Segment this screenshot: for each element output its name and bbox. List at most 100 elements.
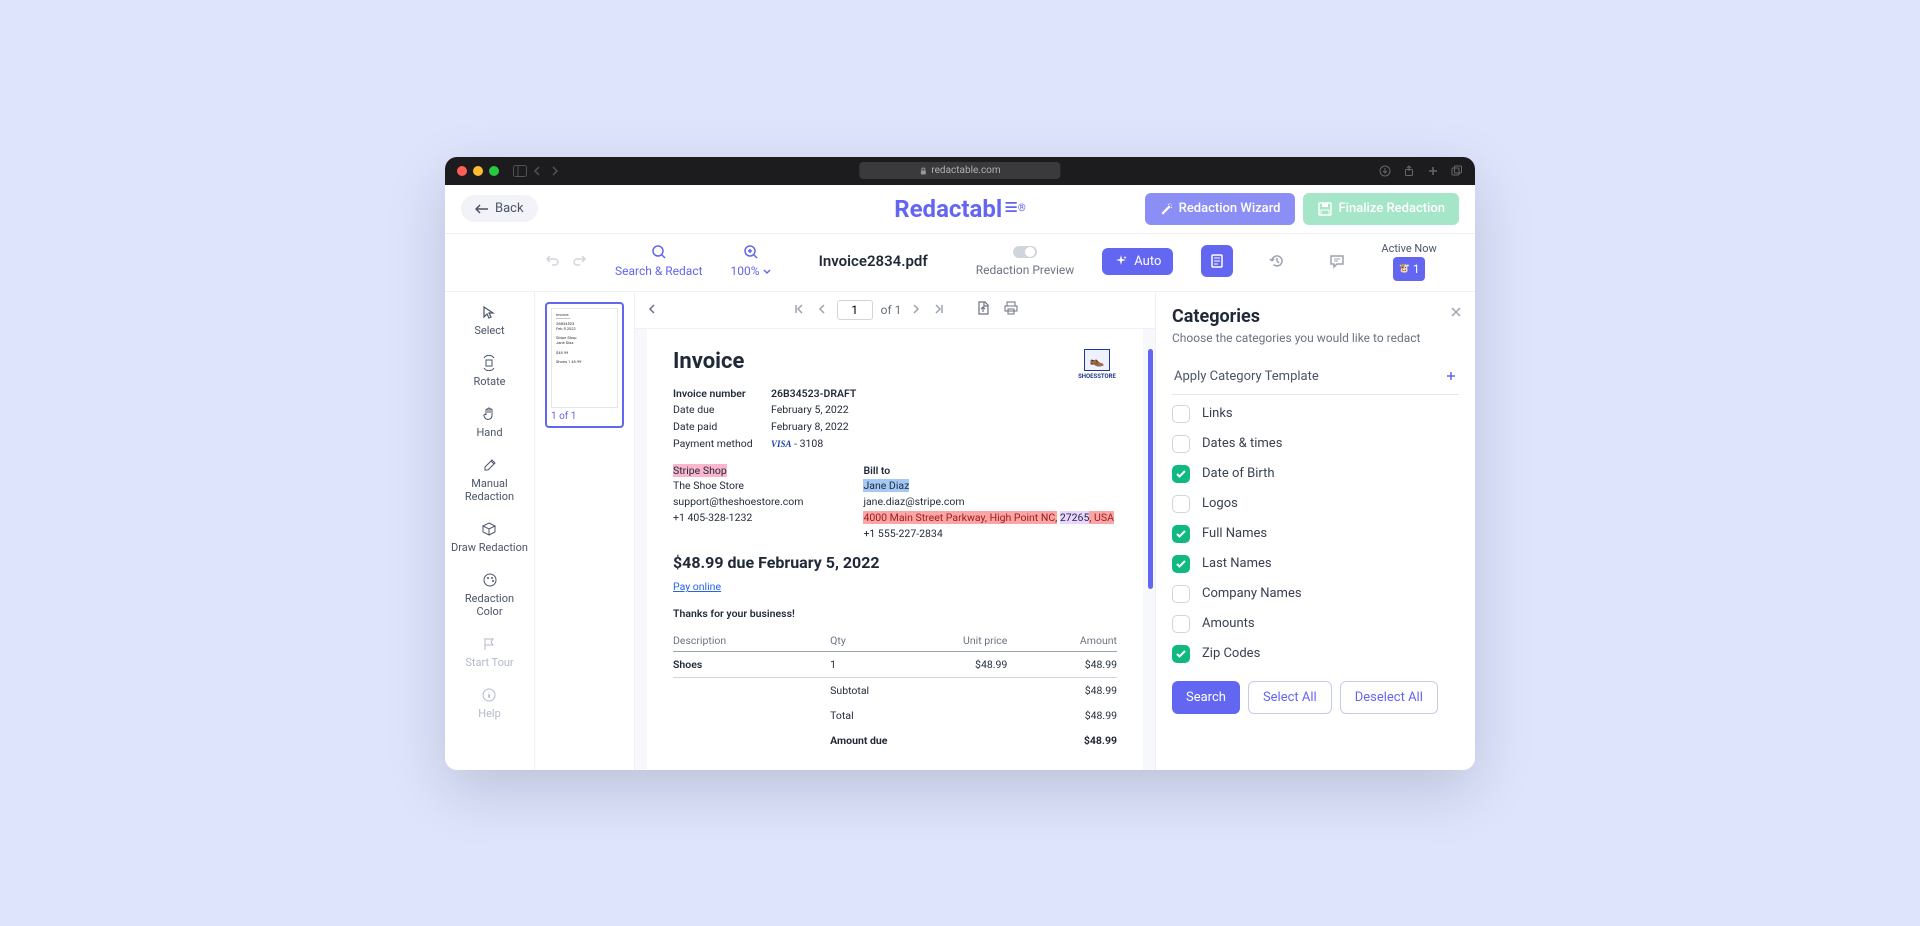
sidebar-help[interactable]: Help (472, 687, 507, 720)
export-icon[interactable] (973, 298, 993, 322)
zoom-label: 100% (731, 264, 771, 278)
table-row: Shoes1$48.99$48.99 (673, 652, 1117, 678)
cube-icon (481, 521, 497, 537)
browser-right-icons (1379, 165, 1463, 177)
document-viewer: of 1 👞 SHOESSTORE Invoice Invoice number… (635, 292, 1155, 770)
sidebar-select[interactable]: Select (468, 304, 510, 337)
download-icon[interactable] (1379, 165, 1391, 177)
category-item[interactable]: Amounts (1172, 615, 1459, 633)
info-icon (481, 687, 497, 703)
billing-columns: Stripe Shop The Shoe Store support@thesh… (673, 463, 1117, 542)
category-item[interactable]: Last Names (1172, 555, 1459, 573)
close-window-icon[interactable] (457, 166, 467, 176)
back-button[interactable]: Back (461, 195, 538, 222)
category-item[interactable]: Logos (1172, 495, 1459, 513)
invoice-title: Invoice (673, 349, 1117, 374)
forward-chevron-icon[interactable] (549, 166, 559, 176)
search-button[interactable]: Search (1172, 681, 1240, 714)
checkbox-icon[interactable] (1172, 645, 1190, 663)
checkbox-icon[interactable] (1172, 585, 1190, 603)
preview-tool[interactable]: Redaction Preview (976, 245, 1075, 277)
doc-scroll[interactable]: 👞 SHOESSTORE Invoice Invoice number26B34… (635, 329, 1155, 770)
search-redact-tool[interactable]: Search & Redact (615, 244, 703, 278)
select-all-button[interactable]: Select All (1248, 681, 1332, 714)
category-item[interactable]: Dates & times (1172, 435, 1459, 453)
prev-page-icon[interactable] (815, 298, 829, 321)
checkbox-icon[interactable] (1172, 615, 1190, 633)
finalize-label: Finalize Redaction (1339, 201, 1446, 216)
thanks-text: Thanks for your business! (673, 607, 1117, 620)
sidebar-draw-redaction[interactable]: Draw Redaction (445, 521, 534, 554)
toggle-icon (1012, 245, 1038, 259)
store-logo: 👞 SHOESSTORE (1077, 349, 1117, 393)
table-row: Total$48.99 (673, 703, 1117, 728)
undo-icon[interactable] (545, 253, 561, 269)
sidebar-rotate[interactable]: Rotate (467, 355, 511, 388)
page-thumbnail[interactable]: Invoice─────26B34523Feb 5 2022Stripe Sho… (545, 302, 624, 428)
checkbox-icon[interactable] (1172, 525, 1190, 543)
sidebar-redaction-color[interactable]: Redaction Color (445, 572, 534, 618)
checkbox-icon[interactable] (1172, 435, 1190, 453)
sparkle-icon (1114, 254, 1128, 268)
tabs-icon[interactable] (1451, 165, 1463, 177)
active-now-label: Active Now (1381, 242, 1436, 255)
auto-button[interactable]: Auto (1102, 248, 1173, 275)
sidebar-manual-redaction[interactable]: Manual Redaction (445, 457, 534, 503)
next-page-icon[interactable] (909, 298, 923, 321)
checkbox-icon[interactable] (1172, 495, 1190, 513)
panel-actions: Search Select All Deselect All (1172, 681, 1459, 714)
deselect-all-button[interactable]: Deselect All (1340, 681, 1438, 714)
minimize-window-icon[interactable] (473, 166, 483, 176)
comment-icon-button[interactable] (1321, 245, 1353, 277)
panel-title: Categories (1172, 306, 1459, 327)
close-icon[interactable] (1449, 304, 1463, 323)
page-input[interactable] (837, 300, 873, 320)
checkbox-icon[interactable] (1172, 405, 1190, 423)
print-icon[interactable] (1001, 298, 1021, 322)
logo: Redactabl≡® (894, 195, 1026, 223)
first-page-icon[interactable] (791, 298, 807, 321)
window-chrome: redactable.com (445, 157, 1475, 185)
template-icon-button[interactable] (1201, 245, 1233, 277)
main-area: Select Rotate Hand Manual Redaction Draw… (445, 292, 1475, 770)
category-item[interactable]: Zip Codes (1172, 645, 1459, 663)
pay-online-link[interactable]: Pay online (673, 580, 721, 593)
last-page-icon[interactable] (931, 298, 947, 321)
checkbox-icon[interactable] (1172, 465, 1190, 483)
sidebar-hand[interactable]: Hand (470, 406, 508, 439)
history-icon-button[interactable] (1261, 245, 1293, 277)
url-bar[interactable]: redactable.com (859, 162, 1060, 179)
categories-panel: Categories Choose the categories you wou… (1155, 292, 1475, 770)
redaction-wizard-button[interactable]: Redaction Wizard (1145, 193, 1295, 225)
hand-icon (481, 406, 497, 422)
filename: Invoice2834.pdf (819, 252, 928, 270)
share-icon[interactable] (1403, 165, 1415, 177)
table-row: Subtotal$48.99 (673, 678, 1117, 704)
plus-icon[interactable] (1427, 165, 1439, 177)
category-item[interactable]: Full Names (1172, 525, 1459, 543)
chevron-down-icon (763, 269, 771, 275)
finalize-button[interactable]: Finalize Redaction (1303, 193, 1460, 225)
redo-icon[interactable] (571, 253, 587, 269)
apply-template-row[interactable]: Apply Category Template (1172, 359, 1459, 395)
zoom-tool[interactable]: 100% (731, 244, 771, 278)
wizard-label: Redaction Wizard (1179, 201, 1281, 216)
sidebar-toggle-icon[interactable] (513, 165, 527, 177)
category-item[interactable]: Links (1172, 405, 1459, 423)
checkbox-icon[interactable] (1172, 555, 1190, 573)
url-text: redactable.com (931, 165, 1000, 176)
back-chevron-icon[interactable] (533, 166, 543, 176)
template-label: Apply Category Template (1174, 369, 1319, 384)
thumb-preview: Invoice─────26B34523Feb 5 2022Stripe Sho… (551, 308, 618, 408)
collapse-icon[interactable] (645, 298, 659, 321)
preview-label: Redaction Preview (976, 263, 1075, 277)
category-label: Company Names (1202, 586, 1302, 601)
maximize-window-icon[interactable] (489, 166, 499, 176)
flag-icon (481, 636, 497, 652)
category-item[interactable]: Company Names (1172, 585, 1459, 603)
category-item[interactable]: Date of Birth (1172, 465, 1459, 483)
browser-nav (513, 165, 559, 177)
traffic-lights (457, 166, 499, 176)
sidebar-start-tour[interactable]: Start Tour (459, 636, 519, 669)
category-label: Dates & times (1202, 436, 1282, 451)
